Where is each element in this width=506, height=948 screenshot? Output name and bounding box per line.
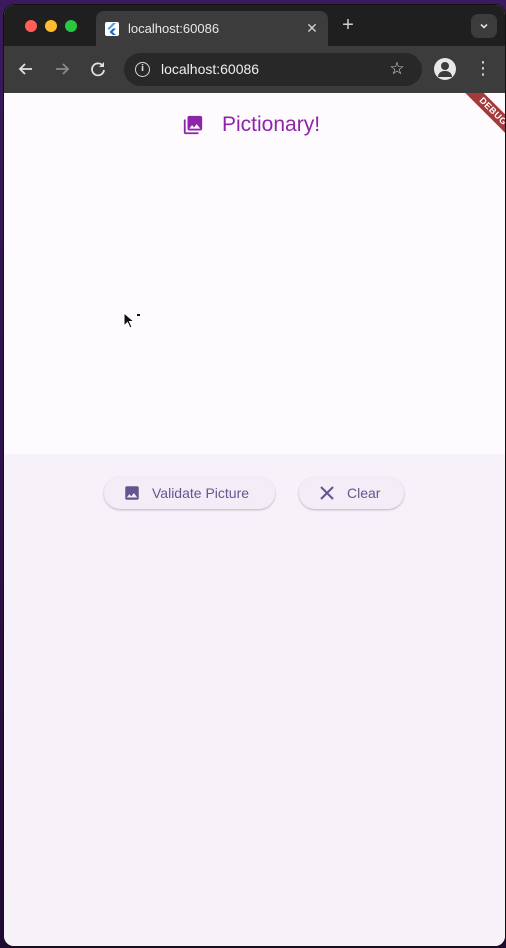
profile-icon[interactable] <box>434 58 456 80</box>
validate-picture-label: Validate Picture <box>152 485 250 501</box>
window-close-button[interactable] <box>25 20 37 32</box>
debug-banner: DEBUG <box>442 93 505 156</box>
browser-window: localhost:60086 ✕ + i localhost:60086 ☆ … <box>4 5 505 946</box>
address-bar[interactable]: i localhost:60086 ☆ <box>124 53 422 86</box>
kebab-menu-icon[interactable]: ⋮ <box>472 58 494 80</box>
app-header: Pictionary! <box>182 110 320 140</box>
window-maximize-button[interactable] <box>65 20 77 32</box>
debug-label: DEBUG <box>456 93 505 148</box>
tab-title: localhost:60086 <box>128 21 220 36</box>
arrow-left-icon <box>18 63 32 75</box>
forward-button[interactable] <box>51 58 73 80</box>
tab-strip: localhost:60086 ✕ + <box>4 5 505 46</box>
image-icon <box>123 484 141 502</box>
info-icon[interactable]: i <box>135 62 150 77</box>
new-tab-button[interactable]: + <box>338 15 358 35</box>
drawn-stroke <box>137 314 140 316</box>
window-minimize-button[interactable] <box>45 20 57 32</box>
clear-button[interactable]: Clear <box>299 477 404 509</box>
clear-label: Clear <box>347 485 381 501</box>
close-icon <box>318 484 336 502</box>
star-icon[interactable]: ☆ <box>387 59 407 79</box>
drawing-canvas[interactable]: Pictionary! DEBUG <box>4 93 505 454</box>
photo-library-icon <box>182 114 204 136</box>
arrow-right-icon <box>56 63 70 75</box>
reload-icon <box>91 62 105 77</box>
tab-search-button[interactable] <box>471 14 497 38</box>
validate-picture-button[interactable]: Validate Picture <box>104 477 275 509</box>
page-title: Pictionary! <box>222 113 321 136</box>
page-viewport: Pictionary! DEBUG Validate Picture Clear <box>4 93 505 946</box>
mouse-cursor-icon <box>123 312 137 330</box>
flutter-favicon-icon <box>105 22 119 36</box>
url-text[interactable]: localhost:60086 <box>161 61 259 77</box>
back-button[interactable] <box>15 58 37 80</box>
reload-button[interactable] <box>87 58 109 80</box>
browser-tab[interactable]: localhost:60086 ✕ <box>96 11 328 46</box>
browser-toolbar: i localhost:60086 ☆ ⋮ <box>4 46 505 93</box>
tab-close-icon[interactable]: ✕ <box>304 20 320 36</box>
